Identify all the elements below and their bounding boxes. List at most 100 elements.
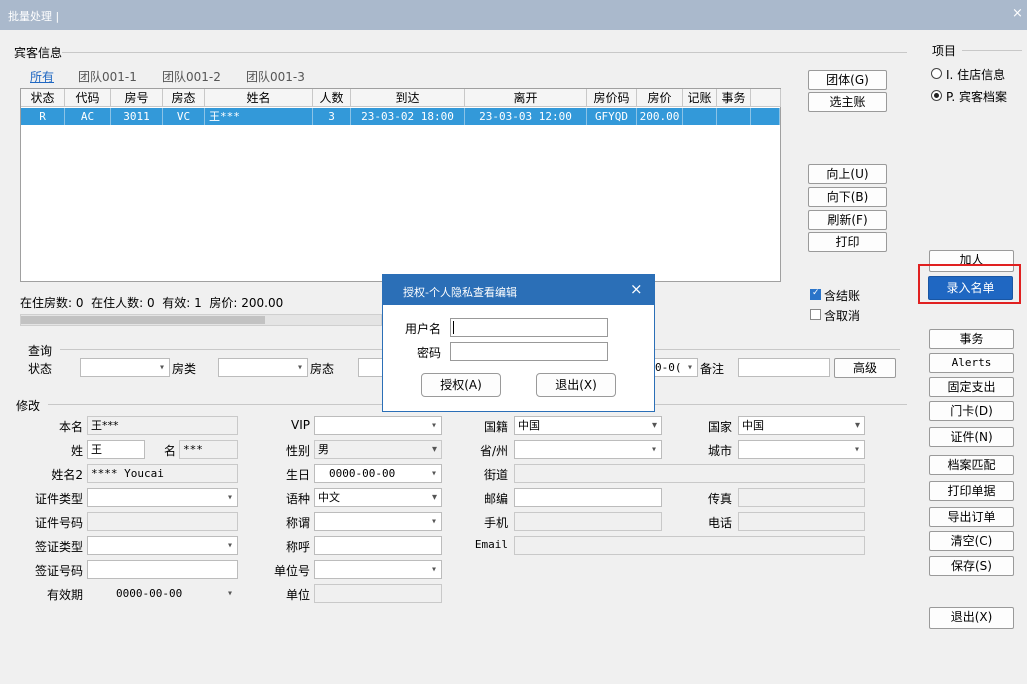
col-header[interactable]: 记账	[683, 89, 717, 107]
mobile-field[interactable]	[514, 512, 662, 531]
visa-number-field[interactable]	[87, 560, 238, 579]
col-header[interactable]: 房号	[111, 89, 163, 107]
group-button[interactable]: 团体(G)	[808, 70, 887, 90]
phone-field[interactable]	[738, 512, 865, 531]
table-cell-empty[interactable]	[751, 108, 780, 125]
query-room-type-select[interactable]	[218, 358, 308, 377]
query-note-input[interactable]	[738, 358, 830, 377]
language-label: 语种	[285, 492, 310, 506]
table-cell[interactable]: AC	[65, 108, 111, 125]
table-cell[interactable]: VC	[163, 108, 205, 125]
country-select[interactable]: 中国	[738, 416, 865, 435]
exit-button[interactable]: 退出(X)	[929, 607, 1014, 629]
table-cell[interactable]: GFYQD	[587, 108, 637, 125]
select-main-account-button[interactable]: 选主账	[808, 92, 887, 112]
query-date-select[interactable]: 0-0(	[652, 358, 698, 377]
include-cancel-checkbox[interactable]	[810, 309, 821, 320]
scrollbar-thumb[interactable]	[21, 316, 265, 324]
dialog-close-icon[interactable]: ×	[630, 280, 643, 298]
id-number-field[interactable]	[87, 512, 238, 531]
col-header[interactable]: 到达	[351, 89, 465, 107]
table-cell[interactable]: 3	[313, 108, 351, 125]
given-name-field[interactable]: ***	[179, 440, 238, 459]
certificate-button[interactable]: 证件(N)	[929, 427, 1014, 447]
visa-type-label: 签证类型	[34, 540, 83, 554]
dialog-exit-button[interactable]: 退出(X)	[536, 373, 616, 397]
nationality-select[interactable]: 中国	[514, 416, 662, 435]
gender-select[interactable]: 男	[314, 440, 442, 459]
birthday-select[interactable]: 0000-00-00	[314, 464, 442, 483]
col-header[interactable]: 房价码	[587, 89, 637, 107]
query-status-select[interactable]	[80, 358, 170, 377]
query-room-type-label: 房类	[172, 362, 197, 376]
company-no-select[interactable]	[314, 560, 442, 579]
surname-field[interactable]: 王	[87, 440, 145, 459]
export-order-button[interactable]: 导出订单	[929, 507, 1014, 527]
stay-info-radio[interactable]	[931, 68, 942, 79]
password-label: 密码	[416, 346, 441, 360]
col-header[interactable]: 离开	[465, 89, 587, 107]
table-cell[interactable]	[683, 108, 717, 125]
visa-number-label: 签证号码	[34, 564, 83, 578]
table-cell[interactable]: R	[21, 108, 65, 125]
print-button[interactable]: 打印	[808, 232, 887, 252]
save-button[interactable]: 保存(S)	[929, 556, 1014, 576]
id-type-label: 证件类型	[34, 492, 83, 506]
email-field[interactable]	[514, 536, 865, 555]
password-input[interactable]	[450, 342, 608, 361]
vip-select[interactable]	[314, 416, 442, 435]
horizontal-scrollbar[interactable]	[20, 314, 382, 326]
authorize-button[interactable]: 授权(A)	[421, 373, 501, 397]
id-type-select[interactable]	[87, 488, 238, 507]
room-card-button[interactable]: 门卡(D)	[929, 401, 1014, 421]
profile-match-button[interactable]: 档案匹配	[929, 455, 1014, 475]
col-header[interactable]: 事务	[717, 89, 751, 107]
move-up-button[interactable]: 向上(U)	[808, 164, 887, 184]
table-cell[interactable]: 200.00	[637, 108, 683, 125]
zip-field[interactable]	[514, 488, 662, 507]
fixed-expense-button[interactable]: 固定支出	[929, 377, 1014, 397]
advanced-button[interactable]: 高级	[834, 358, 896, 378]
col-header[interactable]: 姓名	[205, 89, 313, 107]
street-field[interactable]	[514, 464, 865, 483]
tab-team-2[interactable]: 团队001-2	[162, 68, 221, 85]
guest-profile-radio[interactable]	[931, 90, 942, 101]
salutation-field[interactable]	[314, 536, 442, 555]
col-header[interactable]: 状态	[21, 89, 65, 107]
table-cell[interactable]: 23-03-02 18:00	[351, 108, 465, 125]
print-bill-button[interactable]: 打印单据	[929, 481, 1014, 501]
fax-field[interactable]	[738, 488, 865, 507]
table-cell[interactable]: 23-03-03 12:00	[465, 108, 587, 125]
col-header[interactable]: 房价	[637, 89, 683, 107]
query-status-label: 状态	[28, 362, 53, 376]
country-label: 国家	[707, 420, 732, 434]
table-cell[interactable]	[717, 108, 751, 125]
alerts-button[interactable]: Alerts	[929, 353, 1014, 373]
language-select[interactable]: 中文	[314, 488, 442, 507]
table-cell[interactable]: 王***	[205, 108, 313, 125]
name2-field[interactable]: **** Youcai	[87, 464, 238, 483]
name-field[interactable]: 王***	[87, 416, 238, 435]
col-header[interactable]: 代码	[65, 89, 111, 107]
valid-date-select[interactable]: 0000-00-00	[87, 584, 238, 603]
move-down-button[interactable]: 向下(B)	[808, 187, 887, 207]
table-cell[interactable]: 3011	[111, 108, 163, 125]
visa-type-select[interactable]	[87, 536, 238, 555]
city-select[interactable]	[738, 440, 865, 459]
affairs-button[interactable]: 事务	[929, 329, 1014, 349]
include-checkout-checkbox[interactable]	[810, 288, 821, 300]
username-input[interactable]	[450, 318, 608, 337]
tab-team-1[interactable]: 团队001-1	[78, 68, 137, 85]
col-header[interactable]: 房态	[163, 89, 205, 107]
refresh-button[interactable]: 刷新(F)	[808, 210, 887, 230]
enter-list-button[interactable]: 录入名单	[928, 276, 1013, 300]
tab-all[interactable]: 所有	[30, 68, 54, 85]
tab-team-3[interactable]: 团队001-3	[246, 68, 305, 85]
col-header[interactable]: 人数	[313, 89, 351, 107]
title-select[interactable]	[314, 512, 442, 531]
window-close-icon[interactable]: ×	[1012, 6, 1023, 21]
guest-table[interactable]: 状态 代码 房号 房态 姓名 人数 到达 离开 房价码 房价 记账 事务 R A…	[20, 88, 781, 282]
company-field[interactable]	[314, 584, 442, 603]
clear-button[interactable]: 清空(C)	[929, 531, 1014, 551]
province-select[interactable]	[514, 440, 662, 459]
